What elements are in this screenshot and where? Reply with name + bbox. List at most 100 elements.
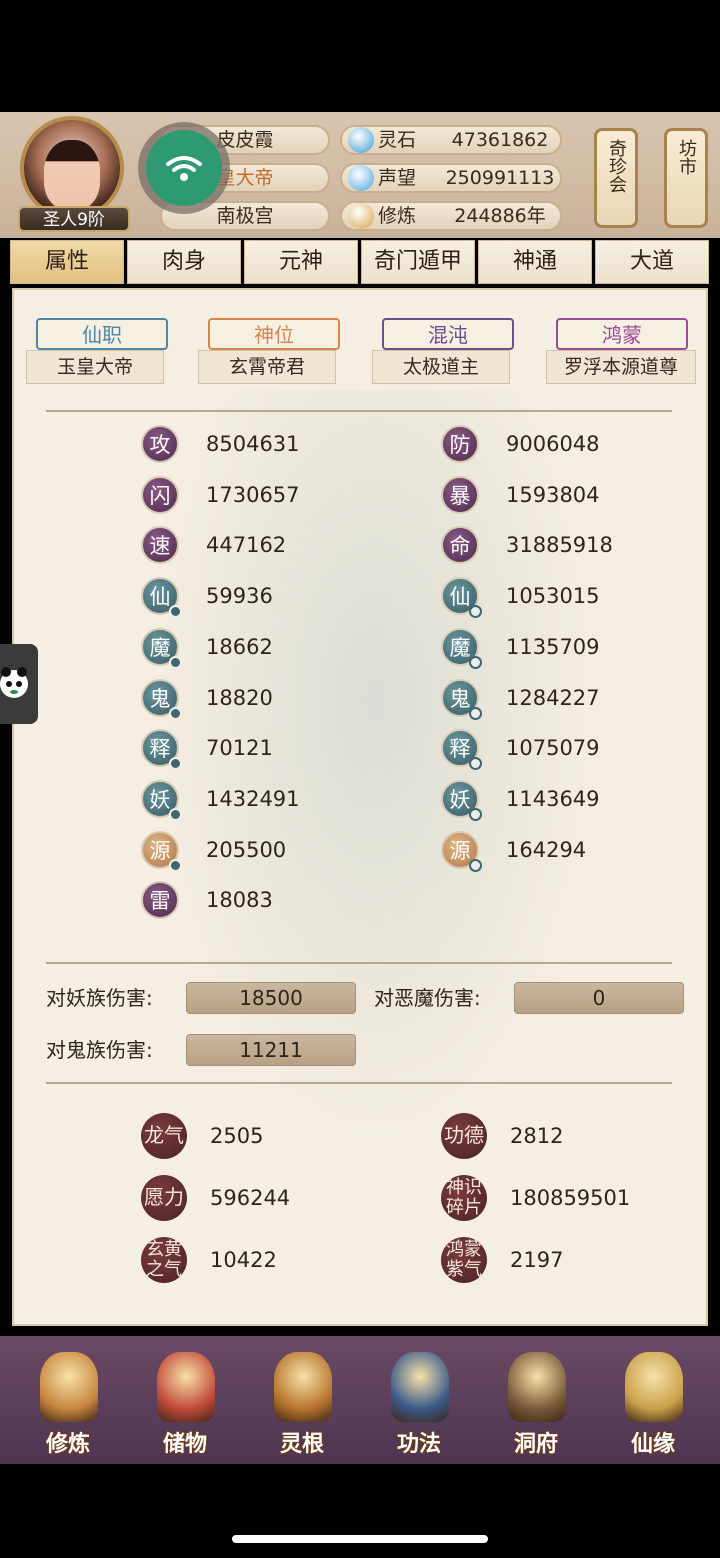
resource-icon: 愿力	[141, 1175, 187, 1221]
market-label: 坊市	[676, 139, 697, 175]
storage-bag-icon	[157, 1352, 215, 1422]
stat-value: 18820	[206, 685, 273, 710]
spirit-stone-icon	[348, 127, 374, 153]
title-value: 罗浮本源道尊	[546, 350, 696, 384]
resource-value: 2197	[510, 1248, 564, 1272]
cave-dwelling-icon	[508, 1352, 566, 1422]
stat-icon: 防	[441, 425, 479, 463]
cultivate-icon	[40, 1352, 98, 1422]
element-marker-icon	[469, 655, 482, 669]
element-marker-icon	[169, 807, 182, 821]
stat-value: 59936	[206, 584, 273, 609]
demon-damage-value: 18500	[186, 982, 356, 1014]
ghost-damage-label: 对鬼族伤害:	[46, 1038, 153, 1062]
divider	[46, 410, 672, 412]
resource-value: 596244	[210, 1186, 291, 1210]
resource-icon: 鸿蒙 紫气	[441, 1237, 487, 1283]
nav-2[interactable]: 灵根	[252, 1340, 352, 1460]
stat-icon: 暴	[441, 475, 479, 514]
title-badge[interactable]: 鸿蒙	[556, 318, 688, 350]
cultivation-icon	[348, 203, 374, 229]
stat-value: 1135709	[506, 634, 600, 659]
divider	[46, 1082, 672, 1084]
element-marker-icon	[169, 655, 182, 669]
evil-damage-label: 对恶魔伤害:	[374, 986, 481, 1010]
nav-label: 功法	[396, 1432, 441, 1457]
stat-value: 31885918	[506, 533, 613, 558]
resource-value: 2505	[210, 1124, 264, 1148]
nav-5[interactable]: 仙缘	[603, 1340, 703, 1460]
resource-icon: 龙气	[141, 1113, 187, 1159]
tab-dao[interactable]: 大道	[595, 240, 709, 284]
stat-value: 447162	[206, 533, 287, 558]
rank-badge: 圣人9阶	[18, 206, 130, 232]
stat-value: 1432491	[206, 786, 300, 811]
title-badge[interactable]: 神位	[208, 318, 340, 350]
resource-value: 244886年	[454, 205, 546, 227]
nav-label: 仙缘	[630, 1432, 675, 1457]
spirit-root-icon	[274, 1352, 332, 1422]
floating-assistant-button[interactable]	[0, 644, 38, 724]
resource-value: 10422	[210, 1248, 277, 1272]
nav-label: 储物	[162, 1432, 207, 1457]
resource-icon: 神识 碎片	[441, 1175, 487, 1221]
tab-bar: 属性 肉身 元神 奇门遁甲 神通 大道	[10, 240, 710, 284]
stat-icon: 闪	[141, 475, 179, 514]
stat-value: 18662	[206, 634, 273, 659]
nav-label: 修炼	[45, 1432, 90, 1457]
resource-value: 250991113	[445, 167, 555, 189]
technique-book-icon	[391, 1352, 449, 1422]
nav-4[interactable]: 洞府	[486, 1340, 586, 1460]
nav-1[interactable]: 储物	[135, 1340, 235, 1460]
resource-icon: 功德	[441, 1113, 487, 1159]
stat-value: 18083	[206, 888, 273, 913]
title-badge[interactable]: 仙职	[36, 318, 168, 350]
title-value: 太极道主	[372, 350, 510, 384]
element-marker-icon	[469, 858, 482, 872]
nav-label: 灵根	[279, 1432, 324, 1457]
stat-value: 8504631	[206, 432, 300, 456]
tab-powers[interactable]: 神通	[478, 240, 592, 284]
tab-qimen[interactable]: 奇门遁甲	[361, 240, 475, 284]
wifi-icon	[146, 130, 222, 206]
stat-value: 9006048	[506, 432, 600, 456]
resource-label: 灵石	[378, 129, 417, 151]
stat-value: 1284227	[506, 685, 600, 710]
resource-icon: 玄黄 之气	[141, 1237, 187, 1283]
ghost-damage-value: 11211	[186, 1034, 356, 1066]
element-marker-icon	[469, 807, 482, 821]
treasure-pavilion-button[interactable]: 奇珍会	[594, 128, 638, 228]
evil-damage-value: 0	[514, 982, 684, 1014]
destiny-gourd-icon	[625, 1352, 683, 1422]
title-value: 玄霄帝君	[198, 350, 336, 384]
title-value: 玉皇大帝	[26, 350, 164, 384]
market-button[interactable]: 坊市	[664, 128, 708, 228]
home-indicator[interactable]	[232, 1535, 488, 1543]
title-badge[interactable]: 混沌	[382, 318, 514, 350]
reputation-icon	[348, 165, 374, 191]
tab-spirit[interactable]: 元神	[244, 240, 358, 284]
element-marker-icon	[169, 858, 182, 872]
element-marker-icon	[469, 605, 482, 619]
stat-value: 1143649	[506, 786, 600, 811]
stat-value: 1730657	[206, 482, 300, 507]
nav-0[interactable]: 修炼	[18, 1340, 118, 1460]
nav-3[interactable]: 功法	[369, 1340, 469, 1460]
panda-icon	[0, 667, 28, 698]
stat-value: 70121	[206, 736, 273, 761]
resource-label: 声望	[378, 167, 417, 189]
resource-value: 180859501	[510, 1186, 631, 1210]
treasure-pavilion-label: 奇珍会	[606, 139, 627, 193]
nav-label: 洞府	[513, 1432, 558, 1457]
demon-damage-label: 对妖族伤害:	[46, 986, 153, 1010]
stat-value: 1075079	[506, 736, 600, 761]
element-marker-icon	[469, 706, 482, 720]
tab-body[interactable]: 肉身	[127, 240, 241, 284]
divider	[46, 962, 672, 964]
stat-value: 1593804	[506, 482, 600, 507]
resource-label: 修炼	[378, 205, 417, 227]
element-marker-icon	[169, 706, 182, 720]
stat-value: 1053015	[506, 584, 600, 609]
tab-attributes[interactable]: 属性	[10, 240, 124, 284]
resource-value: 2812	[510, 1124, 564, 1148]
